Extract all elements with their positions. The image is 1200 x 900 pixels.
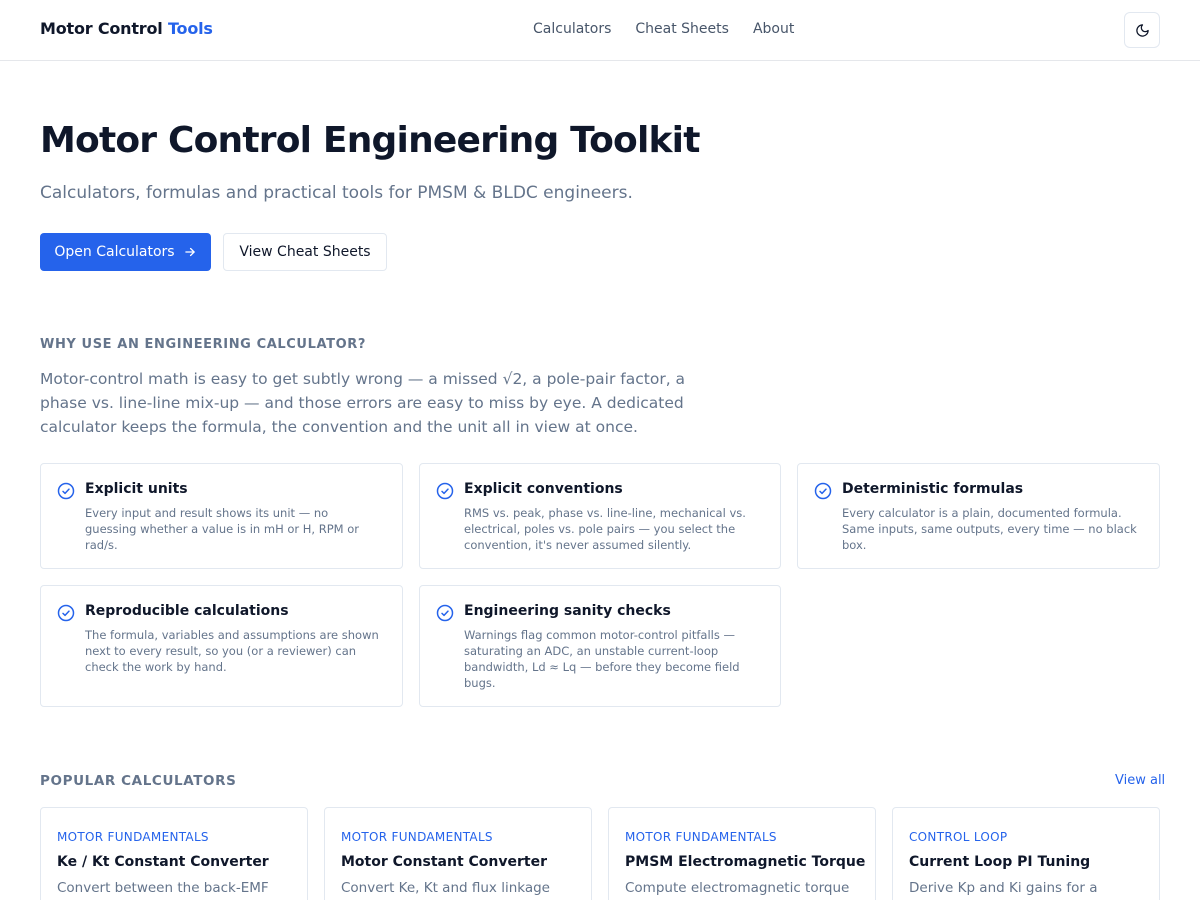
page-subtitle: Calculators, formulas and practical tool…	[40, 183, 633, 203]
feature-card-sanity-checks: Engineering sanity checks Warnings flag …	[419, 585, 781, 707]
feature-card-deterministic-formulas: Deterministic formulas Every calculator …	[797, 463, 1160, 569]
check-circle-icon	[57, 482, 75, 500]
check-circle-icon	[436, 604, 454, 622]
open-calculators-button[interactable]: Open Calculators	[40, 233, 211, 271]
feature-description: The formula, variables and assumptions a…	[85, 628, 379, 674]
calculator-category: Motor Fundamentals	[57, 830, 209, 844]
nav-link-cheat-sheets[interactable]: Cheat Sheets	[635, 21, 729, 37]
calculator-category: Control Loop	[909, 830, 1008, 844]
feature-title: Explicit units	[85, 481, 188, 497]
arrow-right-icon	[184, 247, 195, 257]
calculator-category: Motor Fundamentals	[341, 830, 493, 844]
top-navbar: Motor Control Tools Calculators Cheat Sh…	[0, 0, 1200, 61]
feature-title: Reproducible calculations	[85, 603, 289, 619]
calculator-card-current-loop-pi[interactable]: Control Loop Current Loop PI Tuning Deri…	[892, 807, 1160, 900]
feature-description: RMS vs. peak, phase vs. line-line, mecha…	[464, 506, 746, 552]
nav-link-calculators[interactable]: Calculators	[533, 21, 611, 37]
check-circle-icon	[57, 604, 75, 622]
main-nav: Calculators Cheat Sheets About	[533, 21, 794, 37]
calculator-category: Motor Fundamentals	[625, 830, 777, 844]
calculator-description: Convert Ke, Kt and flux linkage	[341, 880, 550, 896]
page-title: Motor Control Engineering Toolkit	[40, 120, 700, 161]
check-circle-icon	[436, 482, 454, 500]
brand-logo[interactable]: Motor Control Tools	[40, 19, 213, 38]
moon-icon	[1135, 23, 1149, 37]
calculator-title: Motor Constant Converter	[341, 854, 547, 870]
calculator-card-pmsm-torque[interactable]: Motor Fundamentals PMSM Electromagnetic …	[608, 807, 876, 900]
feature-title: Deterministic formulas	[842, 481, 1024, 497]
nav-link-about[interactable]: About	[753, 21, 794, 37]
feature-title: Explicit conventions	[464, 481, 623, 497]
feature-description: Warnings flag common motor-control pitfa…	[464, 628, 740, 690]
calculator-card-motor-constant[interactable]: Motor Fundamentals Motor Constant Conver…	[324, 807, 592, 900]
view-cheat-sheets-label: View Cheat Sheets	[239, 244, 371, 260]
feature-card-explicit-conventions: Explicit conventions RMS vs. peak, phase…	[419, 463, 781, 569]
feature-description: Every calculator is a plain, documented …	[842, 506, 1137, 552]
view-all-link[interactable]: View all	[1115, 773, 1165, 788]
feature-card-explicit-units: Explicit units Every input and result sh…	[40, 463, 403, 569]
calculator-title: Current Loop PI Tuning	[909, 854, 1091, 870]
why-section-heading: Why use an engineering calculator?	[40, 337, 366, 352]
calculator-description: Derive Kp and Ki gains for a current	[909, 880, 1098, 896]
calculator-description: Compute electromagnetic torque	[625, 880, 850, 896]
calculator-card-ke-kt[interactable]: Motor Fundamentals Ke / Kt Constant Conv…	[40, 807, 308, 900]
feature-description: Every input and result shows its unit — …	[85, 506, 360, 552]
open-calculators-label: Open Calculators	[54, 244, 175, 260]
calculator-title: Ke / Kt Constant Converter	[57, 854, 269, 870]
feature-card-reproducible-calculations: Reproducible calculations The formula, v…	[40, 585, 403, 707]
why-section-body: Motor-control math is easy to get subtly…	[40, 370, 686, 436]
calculator-title: PMSM Electromagnetic Torque	[625, 854, 866, 870]
theme-toggle-button[interactable]	[1124, 12, 1160, 48]
calculator-description: Convert between the back-EMF	[57, 880, 269, 896]
brand-accent-text: Tools	[167, 19, 213, 38]
brand-main-text: Motor Control	[40, 19, 163, 38]
feature-title: Engineering sanity checks	[464, 603, 671, 619]
popular-calculators-heading: Popular Calculators	[40, 773, 237, 789]
check-circle-icon	[814, 482, 832, 500]
view-cheat-sheets-button[interactable]: View Cheat Sheets	[223, 233, 387, 271]
